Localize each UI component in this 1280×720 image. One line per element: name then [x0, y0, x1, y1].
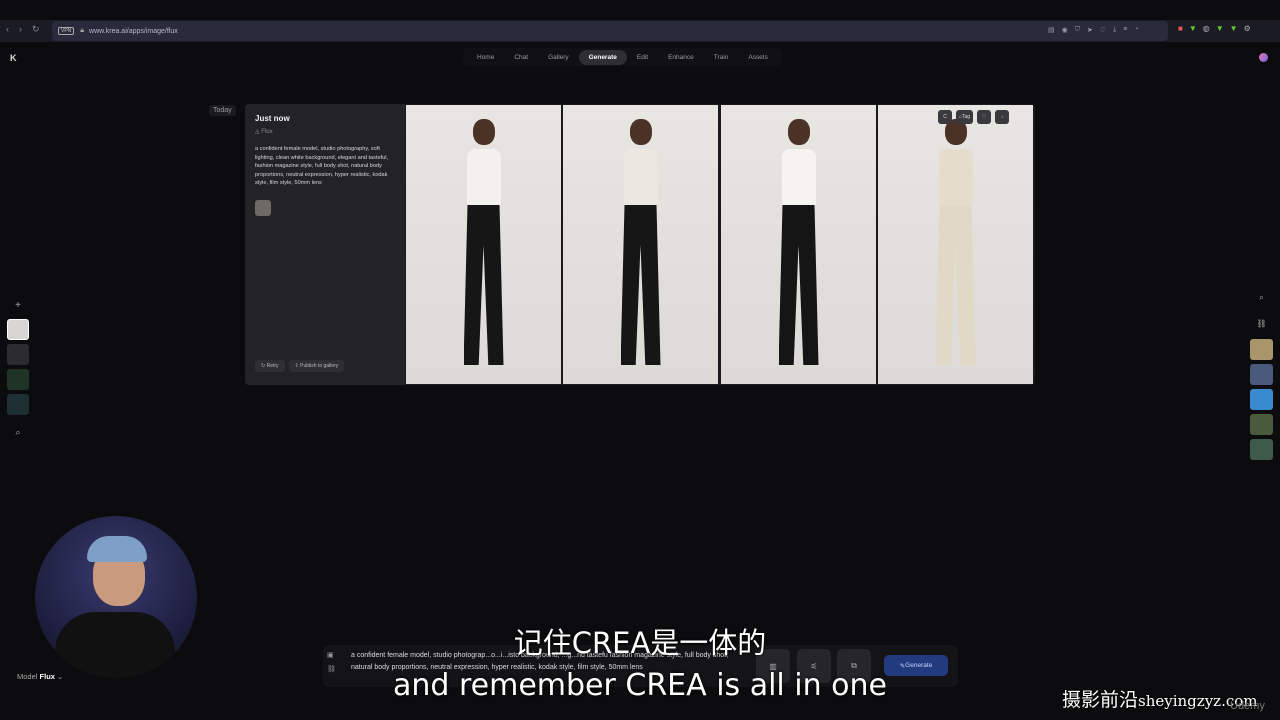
retry-button[interactable]: ↻ Retry — [255, 360, 285, 372]
search-icon[interactable]: ⌕ — [15, 427, 20, 438]
tab-edit[interactable]: Edit — [627, 50, 658, 65]
tab-home[interactable]: Home — [467, 50, 504, 65]
copy-button[interactable]: C — [938, 110, 952, 124]
watermark-cn: 摄影前沿 — [1062, 689, 1139, 711]
menu-icon[interactable]: ≡ — [1123, 26, 1127, 34]
download-icon[interactable]: ⤓ — [1113, 26, 1116, 34]
browser-nav: ‹ › ↻ — [6, 24, 40, 35]
heart-icon: ♡ — [981, 114, 987, 120]
date-label: Today — [209, 105, 236, 116]
publish-button[interactable]: ⇪ Publish to gallery — [288, 360, 345, 372]
udemy-watermark: Udemy — [1230, 700, 1265, 712]
image-subject — [769, 105, 829, 384]
generation-prompt: a confident female model, studio photogr… — [255, 146, 389, 186]
subtitle-chinese: 记住CREA是一体的 — [513, 626, 767, 660]
favorite-button[interactable]: ♡ — [977, 110, 992, 124]
extension-icon[interactable]: ⚙ — [1244, 24, 1251, 33]
history-thumbnail[interactable] — [7, 369, 29, 390]
tab-assets[interactable]: Assets — [738, 50, 778, 65]
generation-info-panel: Just now ◬ Flux a confident female model… — [245, 104, 405, 385]
image-subject — [454, 105, 514, 384]
download-button[interactable]: ↓ — [995, 110, 1010, 124]
tag-button[interactable]: ⌂ Tag — [956, 110, 974, 124]
krea-logo-icon[interactable]: K — [10, 53, 17, 63]
extension-icon[interactable]: ▼ — [1230, 24, 1238, 33]
subject-top — [623, 149, 658, 207]
subject-pants — [620, 205, 661, 365]
vpn-badge[interactable]: VPN — [58, 27, 75, 35]
add-icon[interactable]: + — [15, 300, 21, 311]
right-rail: ⌕ ⛓ — [1250, 287, 1273, 460]
forward-icon[interactable]: › — [19, 24, 22, 35]
generated-image[interactable] — [721, 105, 876, 384]
tag-label: Tag — [962, 114, 971, 120]
tab-chat[interactable]: Chat — [504, 50, 538, 65]
extension-icon[interactable]: ■ — [1178, 24, 1183, 33]
generation-model: ◬ Flux — [255, 128, 395, 135]
publish-label: Publish to gallery — [300, 363, 339, 369]
tab-generate[interactable]: Generate — [578, 49, 627, 65]
camera-icon[interactable]: ◉ — [1062, 26, 1068, 34]
style-thumbnail[interactable] — [1250, 364, 1273, 385]
profile-icon[interactable]: ◔ — [1134, 26, 1138, 34]
generation-title: Just now — [255, 114, 290, 123]
browser-action-icons: ▤ ◉ ⛉ ➤ ♡ ⤓ ≡ ◔ — [1048, 26, 1139, 34]
subject-pants — [935, 205, 976, 365]
style-thumbnail[interactable] — [1250, 339, 1273, 360]
top-navigation: Home Chat Gallery Generate Edit Enhance … — [463, 48, 782, 66]
heart-icon[interactable]: ♡ — [1100, 26, 1106, 34]
history-thumbnail[interactable] — [7, 344, 29, 365]
tab-train[interactable]: Train — [704, 50, 739, 65]
link-icon[interactable]: ⛓ — [1256, 313, 1266, 335]
watermark: 摄影前沿sheyingzyz.com — [1062, 685, 1258, 712]
generated-image[interactable] — [406, 105, 561, 384]
send-icon[interactable]: ➤ — [1087, 26, 1093, 34]
tab-enhance[interactable]: Enhance — [658, 50, 704, 65]
address-bar[interactable]: VPN 🔒︎ www.krea.ai/apps/image/flux — [52, 21, 1168, 41]
user-avatar[interactable] — [1259, 53, 1268, 62]
subject-pants — [778, 205, 819, 365]
generated-image[interactable] — [563, 105, 718, 384]
image-actions: C ⌂ Tag ♡ ↓ — [938, 110, 1010, 124]
shield-icon[interactable]: ⛉ — [1075, 26, 1080, 34]
lock-icon: 🔒︎ — [80, 27, 85, 34]
url-text: www.krea.ai/apps/image/flux — [89, 27, 178, 35]
generation-card: Just now ◬ Flux a confident female model… — [245, 104, 1035, 385]
download-icon: ↓ — [1000, 114, 1004, 120]
subject-top — [938, 149, 973, 207]
extension-icon[interactable]: ▼ — [1216, 24, 1224, 33]
retry-label: Retry — [266, 363, 279, 369]
tab-gallery[interactable]: Gallery — [538, 50, 579, 65]
history-thumbnail[interactable] — [7, 394, 29, 415]
extension-icons: ■ ▼ ◍ ▼ ▼ ⚙ — [1178, 24, 1251, 33]
reload-icon[interactable]: ↻ — [32, 24, 40, 35]
search-icon[interactable]: ⌕ — [1259, 287, 1263, 309]
generated-image[interactable] — [878, 105, 1033, 384]
history-thumbnail[interactable] — [7, 319, 29, 340]
extension-icon[interactable]: ◍ — [1203, 24, 1210, 33]
history-rail: + ⌕ — [7, 300, 29, 438]
image-subject — [611, 105, 671, 384]
extension-icon[interactable]: ▼ — [1189, 24, 1197, 33]
back-icon[interactable]: ‹ — [6, 24, 9, 35]
style-thumbnail[interactable] — [1250, 389, 1273, 410]
style-thumbnail[interactable] — [1250, 414, 1273, 435]
subject-top — [466, 149, 501, 207]
subject-top — [781, 149, 816, 207]
image-subject — [926, 105, 986, 384]
reference-image-thumbnail[interactable] — [255, 199, 271, 216]
generation-model-name: Flux — [261, 129, 273, 135]
reader-icon[interactable]: ▤ — [1048, 26, 1055, 34]
subject-pants — [463, 205, 504, 365]
style-thumbnail[interactable] — [1250, 439, 1273, 460]
